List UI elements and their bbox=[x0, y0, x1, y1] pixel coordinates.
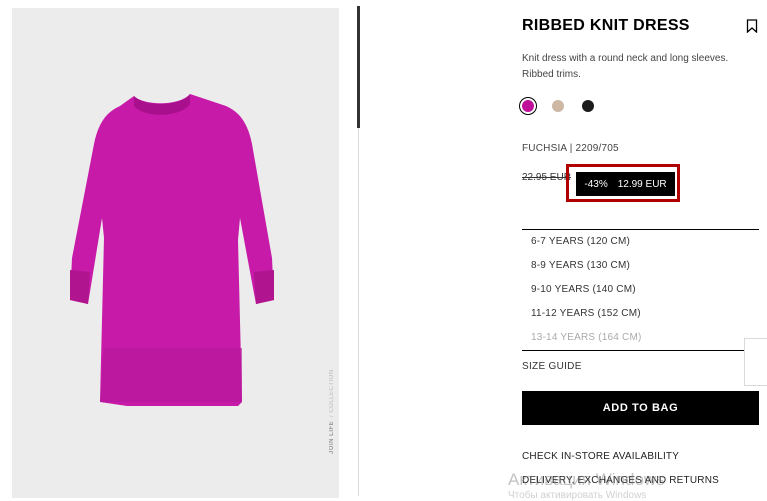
price-highlight-box bbox=[566, 164, 680, 202]
product-title: RIBBED KNIT DRESS bbox=[522, 17, 690, 34]
bookmark-icon[interactable] bbox=[746, 19, 758, 33]
caption-light: / COLLECTION bbox=[329, 369, 335, 417]
color-swatch-black[interactable] bbox=[582, 100, 594, 112]
add-to-bag-button[interactable]: ADD TO BAG bbox=[522, 391, 759, 425]
dress-illustration bbox=[70, 94, 274, 406]
product-image[interactable]: JOIN LIFE / COLLECTION bbox=[12, 8, 339, 498]
size-list: 6-7 YEARS (120 CM) 8-9 YEARS (130 CM) 9-… bbox=[522, 229, 759, 351]
old-price: 22.95 EUR bbox=[522, 172, 571, 183]
size-option[interactable]: 6-7 YEARS (120 CM) bbox=[522, 230, 759, 254]
check-store-link[interactable]: CHECK IN-STORE AVAILABILITY bbox=[522, 451, 679, 462]
size-option[interactable]: 8-9 YEARS (130 CM) bbox=[522, 254, 759, 278]
size-option[interactable]: 11-12 YEARS (152 CM) bbox=[522, 302, 759, 326]
size-guide-link[interactable]: SIZE GUIDE bbox=[522, 361, 582, 372]
size-option-unavailable[interactable]: 13-14 YEARS (164 CM) bbox=[522, 326, 759, 350]
side-panel-tab[interactable] bbox=[744, 338, 767, 386]
color-code: FUCHSIA | 2209/705 bbox=[522, 143, 619, 154]
color-swatches bbox=[522, 100, 594, 112]
caption-strong: JOIN LIFE bbox=[329, 420, 335, 454]
collection-caption: JOIN LIFE / COLLECTION bbox=[325, 364, 339, 454]
color-swatch-beige[interactable] bbox=[552, 100, 564, 112]
windows-activation-watermark: Активация Windows bbox=[508, 470, 665, 489]
product-description: Knit dress with a round neck and long sl… bbox=[522, 53, 729, 80]
size-option[interactable]: 9-10 YEARS (140 CM) bbox=[522, 278, 759, 302]
color-swatch-fuchsia[interactable] bbox=[522, 100, 534, 112]
image-scroll-thumb[interactable] bbox=[357, 6, 360, 128]
windows-activation-subtext: Чтобы активировать Windows bbox=[508, 490, 647, 501]
